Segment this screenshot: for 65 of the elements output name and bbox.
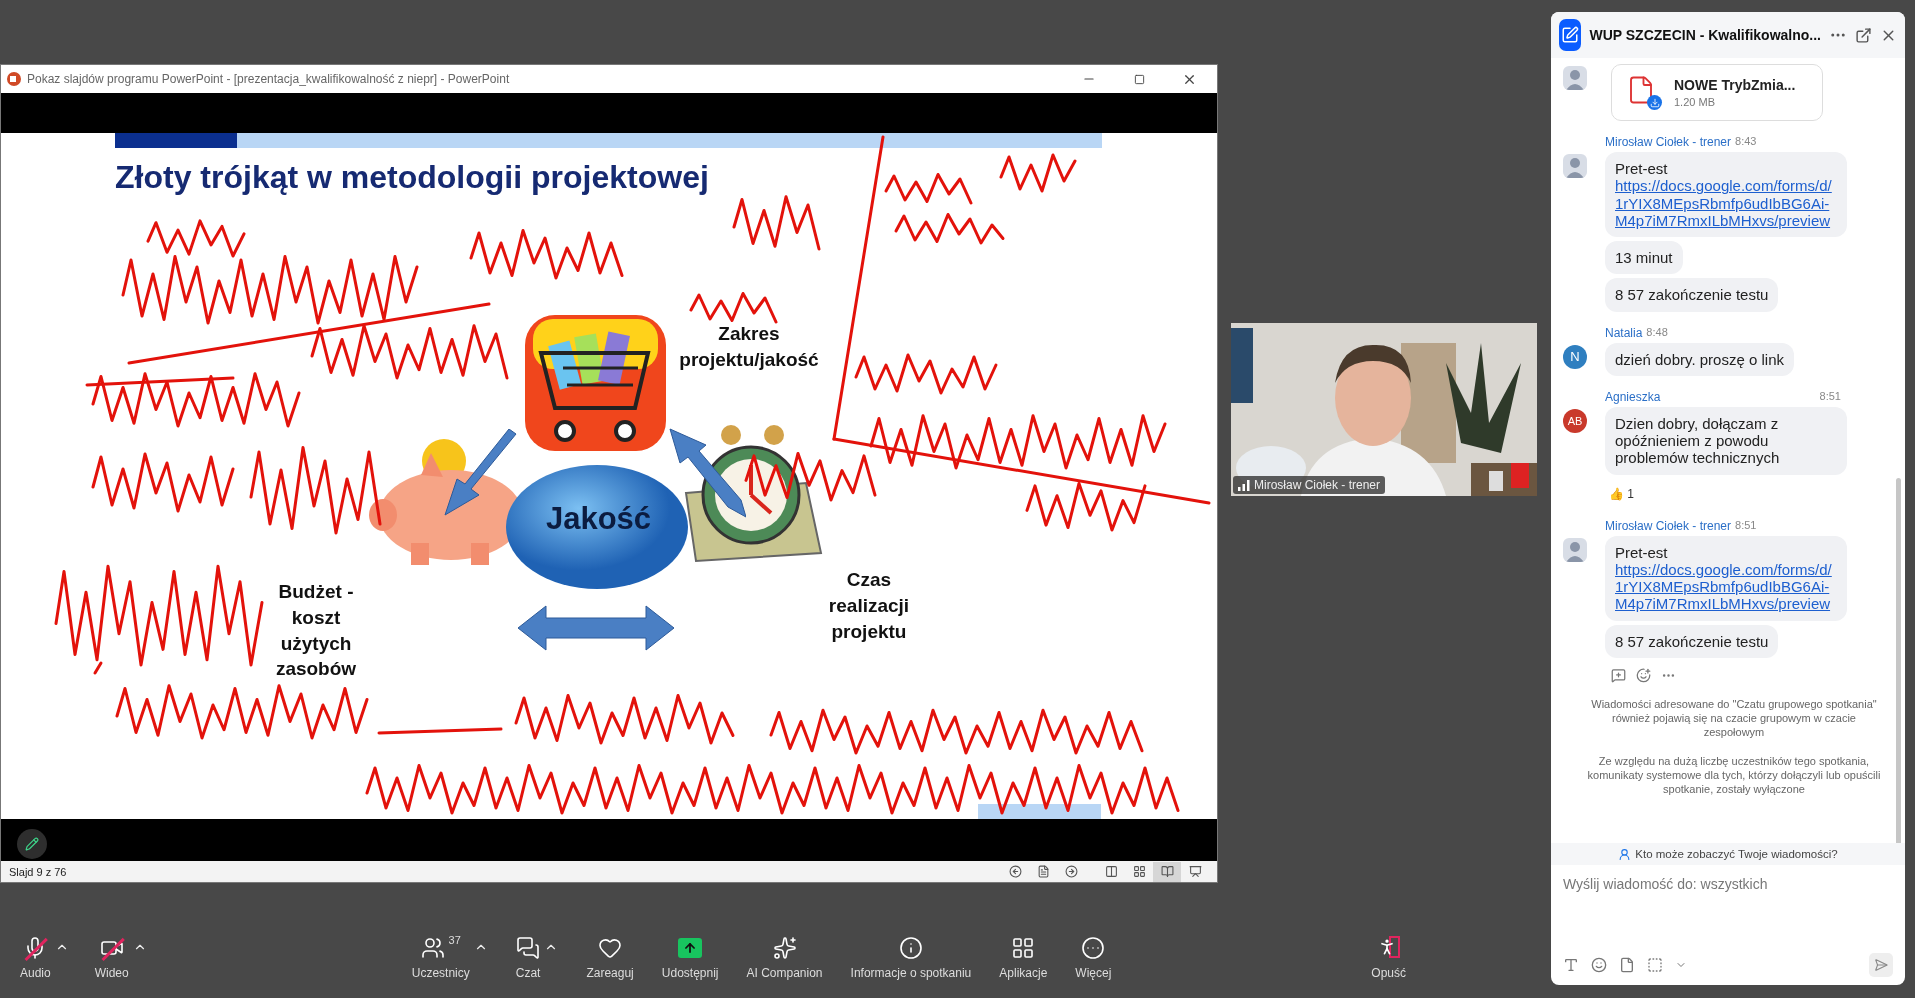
avatar	[1563, 66, 1587, 90]
reading-view-icon[interactable]	[1153, 861, 1181, 882]
diagram-label: Budżet - koszt użytych zasobów	[274, 580, 358, 682]
video-button[interactable]: Wideo	[94, 934, 129, 980]
text-format-icon[interactable]	[1563, 957, 1579, 973]
message-text: Pret-est	[1615, 160, 1669, 178]
message-text: Dzien dobry, dołączam z opóźnieniem z powodu problemów technicznych	[1615, 414, 1781, 467]
participants-button[interactable]: 37 Uczestnicy	[411, 934, 470, 980]
chat-title: WUP SZCZECIN - Kwalifikowalno...	[1589, 27, 1821, 43]
participant-count: 37	[448, 934, 461, 946]
slide-counter: Slajd 9 z 76	[9, 865, 68, 878]
message-time: 8:48	[1646, 325, 1668, 340]
diagram-label: Czas realizacji projektu	[827, 568, 911, 644]
send-icon	[1874, 958, 1888, 972]
more-button[interactable]: Więcej	[1075, 934, 1112, 980]
signal-icon	[1238, 479, 1250, 491]
avatar: AB	[1563, 408, 1587, 433]
pen-icon[interactable]	[17, 829, 47, 860]
powerpoint-logo-icon	[7, 72, 21, 87]
info-button[interactable]: Informacje o spotkaniu	[850, 934, 972, 980]
share-button[interactable]: Udostępnij	[661, 934, 719, 980]
file-icon[interactable]	[1619, 957, 1635, 973]
sender-name: Natalia	[1605, 325, 1643, 340]
ink-line	[93, 661, 103, 675]
message-text: dzień dobry. proszę o link	[1615, 350, 1784, 368]
chat-button[interactable]: Czat	[515, 934, 541, 980]
audio-button[interactable]: Audio	[20, 934, 51, 980]
slide-title: Złoty trójkąt w metodologii projektowej	[115, 159, 709, 197]
message-text: 8 57 zakończenie testu	[1615, 632, 1769, 650]
sender-name: Mirosław Ciołek - trener	[1605, 518, 1732, 533]
participant-name: Mirosław Ciołek - trener	[1254, 478, 1381, 492]
message-text: 13 minut	[1615, 249, 1673, 267]
file-name: NOWE TrybZmia...	[1674, 77, 1796, 93]
message-link[interactable]: https://docs.google.com/forms/d/1rYIX8MEpsRbmfp6udIbBG6Ai-M4p7iM7RmxILbMHxvs/preview	[1615, 177, 1837, 229]
system-notice: Wiadomości adresowane do "Czatu grupowego spotkania" również pojawią się na czacie grupowym w czacie zespołowym	[1590, 696, 1878, 740]
sender-name: Mirosław Ciołek - trener	[1605, 135, 1732, 149]
reply-icon[interactable]	[1611, 667, 1626, 683]
file-attachment[interactable]: NOWE TrybZmia... 1.20 MB	[1611, 64, 1823, 121]
reaction-chip[interactable]: 👍 1	[1609, 486, 1635, 501]
system-notice: Ze względu na dużą liczbę uczestników tego spotkania, komunikaty systemowe dla tych, którzy dołączyli lub opuścili spotkanie, zostały wyłączone	[1586, 753, 1882, 797]
compose-icon	[1559, 19, 1582, 51]
avatar: N	[1563, 344, 1587, 369]
file-size: 1.20 MB	[1674, 96, 1716, 108]
message-link[interactable]: https://docs.google.com/forms/d/1rYIX8MEpsRbmfp6udIbBG6Ai-M4p7iM7RmxILbMHxvs/preview	[1615, 560, 1837, 613]
person-icon	[1618, 847, 1632, 861]
apps-button[interactable]: Aplikacje	[999, 934, 1048, 980]
send-button[interactable]	[1869, 953, 1893, 977]
avatar	[1563, 154, 1587, 178]
leave-button[interactable]: Opuść	[1371, 934, 1406, 980]
emoji-icon[interactable]	[1591, 957, 1607, 973]
pop-out-icon[interactable]	[1855, 26, 1872, 44]
sender-name: Agnieszka	[1605, 389, 1661, 404]
diagram-label: Jakość	[544, 501, 653, 538]
message-text: 8 57 zakończenie testu	[1615, 286, 1769, 304]
diagram-label: Zakres projektu/jakość	[678, 322, 820, 372]
message-text: Pret-est	[1615, 543, 1669, 561]
react-button[interactable]: Zareaguj	[586, 934, 634, 980]
avatar	[1563, 537, 1587, 562]
screenshot-icon[interactable]	[1647, 957, 1663, 973]
message-time: 8:51	[1819, 389, 1841, 404]
message-time: 8:43	[1735, 135, 1757, 149]
window-title: Pokaz slajdów programu PowerPoint - [prezentacja_kwalifikowalność z niepr] - PowerPoint	[27, 72, 511, 87]
ai-button[interactable]: AI Companion	[746, 934, 823, 980]
add-reaction-icon[interactable]	[1636, 667, 1651, 683]
message-time: 8:51	[1735, 518, 1757, 533]
